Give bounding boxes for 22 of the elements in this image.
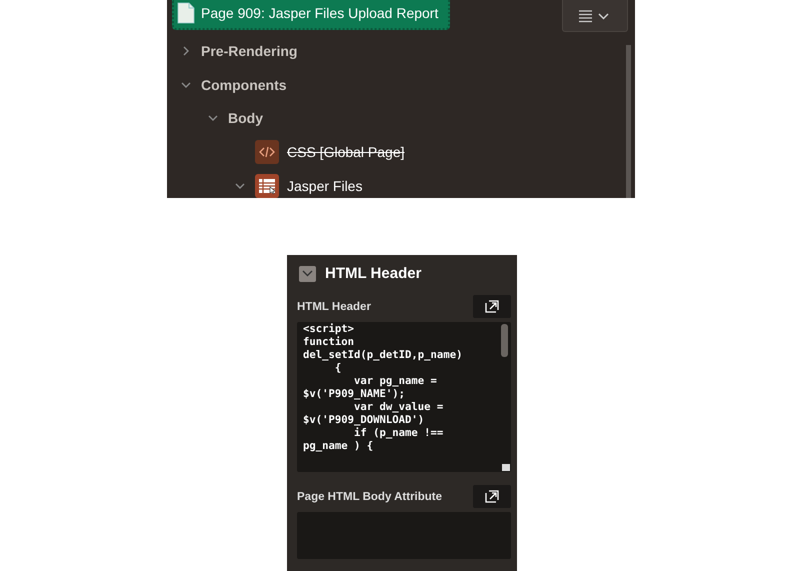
section-title: HTML Header	[325, 265, 422, 282]
field-label: Page HTML Body Attribute	[297, 490, 442, 502]
tree-item[interactable]: Body	[228, 110, 263, 126]
page-title[interactable]: Page 909: Jasper Files Upload Report	[172, 0, 450, 30]
collapse-button[interactable]	[299, 266, 316, 282]
field-label: HTML Header	[297, 300, 371, 312]
scrollbar[interactable]	[626, 45, 631, 198]
open-in-dialog-icon	[485, 300, 499, 313]
tree-item[interactable]: Jasper Files	[287, 178, 362, 194]
code-icon	[255, 140, 279, 164]
expand-editor-button[interactable]	[473, 295, 511, 318]
open-in-dialog-icon	[485, 490, 499, 503]
tree-item[interactable]: Components	[201, 76, 287, 93]
tree-item[interactable]: Pre-Rendering	[201, 42, 298, 59]
expand-editor-button[interactable]	[473, 485, 511, 508]
page-icon	[177, 2, 195, 24]
code-editor[interactable]: <script> function del_setId(p_detID,p_name) { var pg_name = $v('P909_NAME'); var dw_value = $v('P909_DOWNLOAD') if (p_name !== pg_name ) {	[297, 322, 511, 472]
menu-button[interactable]	[562, 0, 628, 32]
chevron-icon	[302, 270, 313, 277]
resize-handle[interactable]	[502, 464, 510, 471]
report-icon	[255, 174, 279, 198]
scrollbar[interactable]	[501, 324, 508, 357]
